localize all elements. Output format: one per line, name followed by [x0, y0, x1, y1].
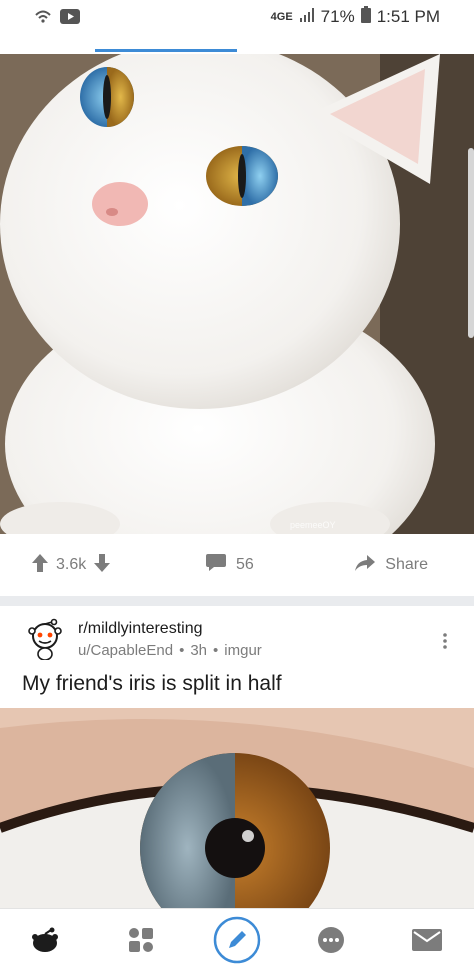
- meta-separator: •: [213, 642, 219, 659]
- meta-separator: •: [179, 642, 185, 659]
- nav-create-post[interactable]: [202, 909, 272, 974]
- post-header: r/mildlyinteresting u/CapableEnd • 3h • …: [0, 612, 474, 668]
- eye-illustration: [0, 708, 474, 908]
- active-tab-indicator: [95, 49, 237, 52]
- home-icon: [30, 927, 60, 958]
- status-left-icons: [34, 8, 80, 29]
- scrollbar[interactable]: [468, 148, 474, 338]
- author[interactable]: u/CapableEnd: [78, 642, 173, 659]
- nav-home[interactable]: [10, 909, 80, 974]
- create-post-icon: [213, 916, 261, 969]
- score: 3.6k: [56, 556, 87, 573]
- post-action-bar: 3.6k 56 Share: [0, 534, 474, 596]
- clock: 1:51 PM: [376, 7, 440, 26]
- share-icon: [355, 554, 376, 576]
- downvote-icon[interactable]: [94, 553, 111, 577]
- inbox-icon: [412, 928, 442, 956]
- bottom-navigation: [0, 908, 474, 974]
- share-button[interactable]: Share: [355, 554, 428, 576]
- feed-divider: [0, 596, 474, 606]
- signal-icon: [299, 7, 315, 28]
- post-image-eye[interactable]: [0, 708, 474, 908]
- status-bar: 4GE 71% 1:51 PM: [0, 0, 474, 34]
- chat-icon: [317, 926, 345, 959]
- upvote-icon[interactable]: [32, 553, 48, 577]
- nav-inbox[interactable]: [392, 909, 462, 974]
- post-meta: u/CapableEnd • 3h • imgur: [78, 642, 262, 659]
- comment-count: 56: [236, 556, 254, 573]
- subreddit-name[interactable]: r/mildlyinteresting: [78, 620, 202, 638]
- wifi-call-icon: [34, 8, 52, 29]
- network-type: 4GE: [270, 11, 293, 23]
- nav-chat[interactable]: [296, 909, 366, 974]
- share-label: Share: [385, 556, 428, 573]
- post-age: 3h: [190, 642, 208, 659]
- vote-controls: 3.6k: [32, 553, 111, 577]
- status-right: 4GE 71% 1:51 PM: [271, 6, 440, 28]
- more-options-icon[interactable]: [442, 632, 448, 655]
- subreddit-avatar-icon[interactable]: [28, 618, 62, 665]
- comment-icon: [206, 553, 226, 577]
- comments-button[interactable]: 56: [206, 553, 254, 577]
- nav-communities[interactable]: [106, 909, 176, 974]
- post-title[interactable]: My friend's iris is split in half: [22, 672, 282, 696]
- battery-icon: [360, 6, 371, 28]
- battery-percent: 71%: [320, 7, 355, 26]
- cat-illustration: peemeeOY: [0, 54, 474, 534]
- communities-icon: [128, 927, 154, 958]
- youtube-icon: [60, 8, 80, 29]
- post-source[interactable]: imgur: [224, 642, 262, 659]
- post-image-cat[interactable]: peemeeOY: [0, 54, 474, 534]
- image-watermark: peemeeOY: [290, 520, 336, 530]
